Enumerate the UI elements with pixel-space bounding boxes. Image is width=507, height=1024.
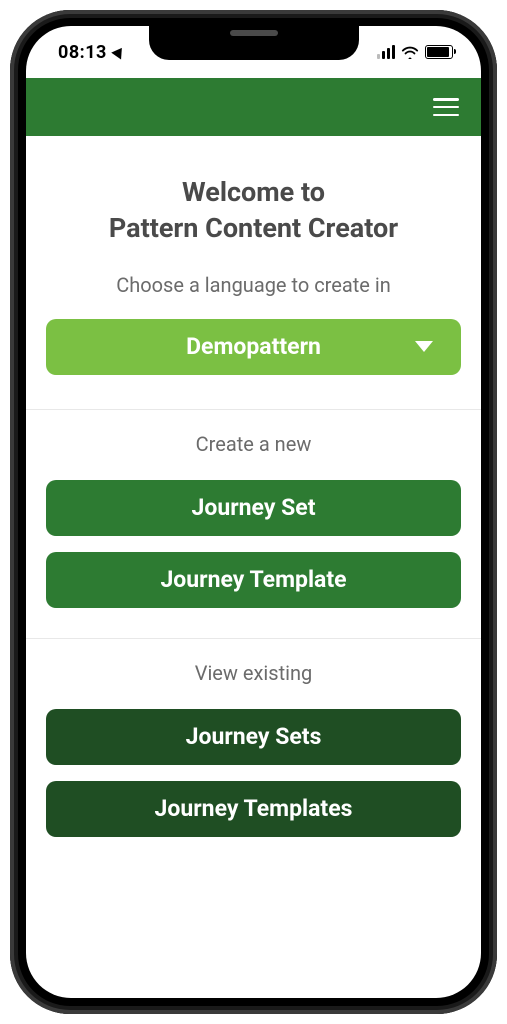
status-left: 08:13 [58,42,125,63]
welcome-section: Welcome to Pattern Content Creator Choos… [26,136,481,410]
language-dropdown[interactable]: Demopattern [46,319,461,375]
phone-notch [149,26,359,60]
dropdown-selected-value: Demopattern [186,333,321,360]
button-label: Journey Templates [155,795,353,822]
speaker-bar [230,30,278,36]
title-line-2: Pattern Content Creator [109,212,398,244]
battery-icon [425,45,453,59]
status-right [377,45,453,59]
main-content: Welcome to Pattern Content Creator Choos… [26,136,481,867]
view-journey-sets-button[interactable]: Journey Sets [46,709,461,765]
view-existing-label: View existing [46,661,461,685]
create-new-label: Create a new [46,432,461,456]
button-label: Journey Template [160,566,346,593]
title-line-1: Welcome to [182,176,325,208]
view-existing-section: View existing Journey Sets Journey Templ… [26,639,481,867]
create-journey-template-button[interactable]: Journey Template [46,552,461,608]
location-icon [111,44,127,59]
view-journey-templates-button[interactable]: Journey Templates [46,781,461,837]
wifi-icon [401,45,419,59]
phone-screen: 08:13 [26,26,481,998]
chevron-down-icon [415,341,433,352]
hamburger-menu-icon[interactable] [433,98,459,116]
phone-frame: 08:13 [10,10,497,1014]
app-header [26,78,481,136]
create-journey-set-button[interactable]: Journey Set [46,480,461,536]
signal-icon [377,45,395,59]
create-new-section: Create a new Journey Set Journey Templat… [26,410,481,639]
button-label: Journey Set [192,494,316,521]
page-title: Welcome to Pattern Content Creator [46,174,461,247]
status-time: 08:13 [58,42,107,63]
choose-language-label: Choose a language to create in [46,273,461,297]
button-label: Journey Sets [186,723,322,750]
